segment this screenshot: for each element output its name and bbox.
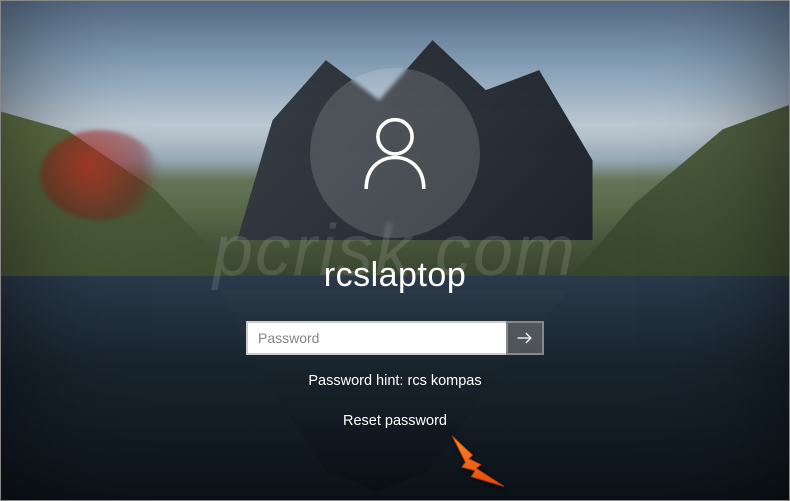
reset-password-link[interactable]: Reset password bbox=[343, 413, 447, 429]
user-icon bbox=[350, 108, 440, 198]
username-label: rcslaptop bbox=[324, 256, 466, 295]
arrow-right-icon bbox=[515, 328, 535, 348]
password-row bbox=[246, 321, 544, 355]
submit-button[interactable] bbox=[506, 321, 544, 355]
login-panel: rcslaptop Password hint: rcs kompas Rese… bbox=[0, 0, 790, 501]
user-avatar bbox=[310, 68, 480, 238]
password-hint: Password hint: rcs kompas bbox=[308, 373, 481, 389]
password-input[interactable] bbox=[246, 321, 506, 355]
